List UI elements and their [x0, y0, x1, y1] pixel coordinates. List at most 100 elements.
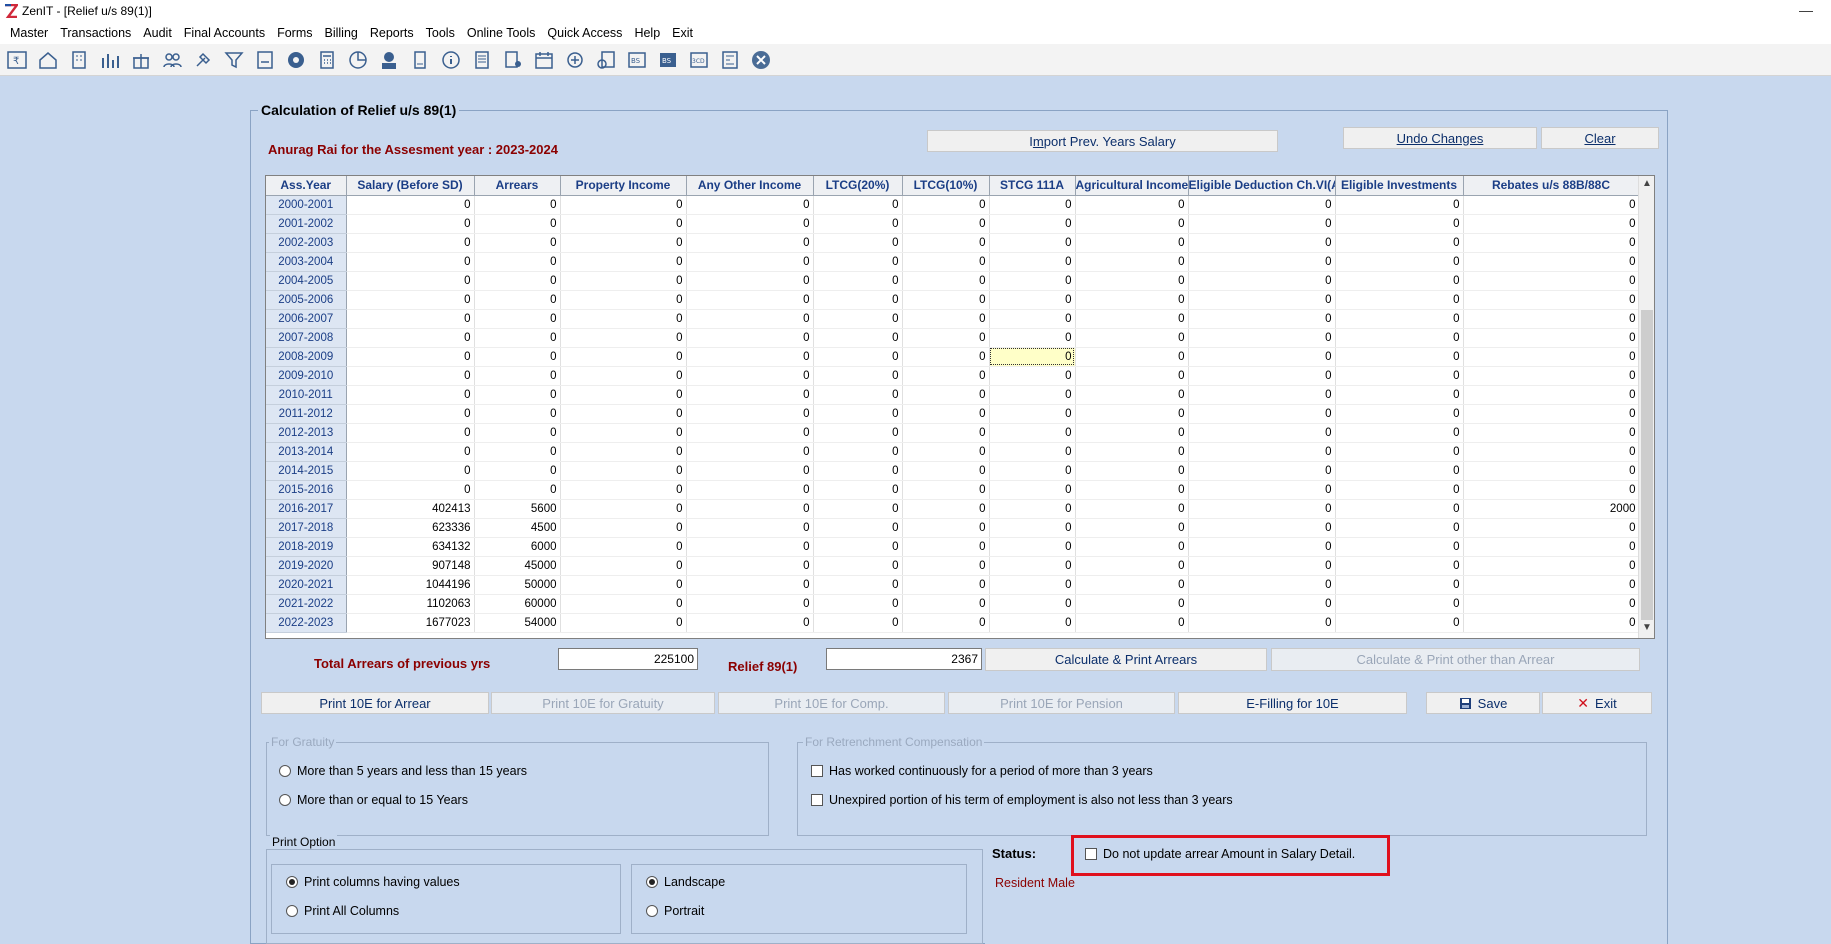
table-row[interactable]: 2007-2008 0 0 0 0 0 0 0 0 0 0 0 — [266, 328, 1640, 348]
table-row[interactable]: 2002-2003 0 0 0 0 0 0 0 0 0 0 0 — [266, 233, 1640, 253]
grid-cell[interactable]: 0 — [989, 594, 1076, 614]
grid-cell[interactable]: 0 — [474, 480, 561, 500]
grid-cell[interactable]: 0 — [560, 290, 687, 310]
grid-cell[interactable]: 0 — [1075, 385, 1189, 405]
grid-cell[interactable]: 0 — [474, 328, 561, 348]
grid-cell[interactable]: 907148 — [346, 556, 475, 576]
grid-cell[interactable]: 0 — [989, 613, 1076, 633]
grid-cell[interactable]: 5600 — [474, 499, 561, 519]
grid-vertical-scrollbar[interactable]: ▲ ▼ — [1638, 176, 1654, 638]
grid-cell[interactable]: 0 — [1463, 423, 1640, 443]
grid-cell[interactable]: 0 — [902, 271, 990, 291]
grid-cell[interactable]: 0 — [686, 252, 814, 272]
grid-cell[interactable]: 0 — [686, 556, 814, 576]
grid-cell[interactable]: 0 — [1075, 594, 1189, 614]
retrenchment-checkbox-2[interactable] — [811, 794, 823, 806]
grid-cell[interactable]: 0 — [474, 404, 561, 424]
grid-cell[interactable]: 0 — [1463, 556, 1640, 576]
grid-cell[interactable]: 0 — [1188, 309, 1336, 329]
balance-sheet-icon[interactable]: BS — [624, 47, 650, 73]
menu-forms[interactable]: Forms — [271, 26, 318, 40]
grid-cell[interactable]: 0 — [474, 271, 561, 291]
retrenchment-option-unexpired[interactable]: Unexpired portion of his term of employm… — [811, 793, 1233, 807]
grid-cell[interactable]: 0 — [1335, 309, 1464, 329]
grid-cell[interactable]: 0 — [560, 195, 687, 215]
grid-cell[interactable]: 0 — [1075, 366, 1189, 386]
grid-cell[interactable]: 0 — [1335, 271, 1464, 291]
grid-cell[interactable]: 0 — [560, 518, 687, 538]
print-10e-gratuity-button[interactable]: Print 10E for Gratuity — [491, 692, 715, 714]
grid-cell[interactable]: 0 — [686, 461, 814, 481]
grid-cell[interactable]: 0 — [813, 404, 903, 424]
grid-cell[interactable]: 0 — [1188, 366, 1336, 386]
menu-transactions[interactable]: Transactions — [54, 26, 137, 40]
grid-cell[interactable]: 1677023 — [346, 613, 475, 633]
grid-cell[interactable]: 0 — [686, 518, 814, 538]
grid-cell[interactable]: 0 — [1075, 290, 1189, 310]
grid-cell[interactable]: 0 — [346, 309, 475, 329]
menu-online-tools[interactable]: Online Tools — [461, 26, 542, 40]
grid-cell[interactable]: 0 — [1188, 556, 1336, 576]
grid-cell[interactable]: 0 — [1075, 252, 1189, 272]
column-header-2[interactable]: Arrears — [474, 176, 561, 196]
grid-cell[interactable]: 0 — [346, 195, 475, 215]
grid-cell[interactable]: 0 — [474, 385, 561, 405]
grid-cell[interactable]: 0 — [346, 214, 475, 234]
grid-cell[interactable]: 0 — [474, 290, 561, 310]
grid-cell[interactable]: 0 — [560, 404, 687, 424]
grid-cell[interactable]: 0 — [1335, 442, 1464, 462]
hammer-icon[interactable] — [190, 47, 216, 73]
menu-audit[interactable]: Audit — [137, 26, 178, 40]
grid-cell[interactable]: 2000 — [1463, 499, 1640, 519]
relief-field[interactable]: 2367 — [826, 648, 982, 670]
grid-cell[interactable]: 0 — [1075, 575, 1189, 595]
grid-cell[interactable]: 0 — [1463, 385, 1640, 405]
grid-cell[interactable]: 0 — [346, 385, 475, 405]
grid-cell[interactable]: 0 — [1075, 537, 1189, 557]
grid-cell[interactable]: 0 — [989, 423, 1076, 443]
menu-exit[interactable]: Exit — [666, 26, 699, 40]
users-icon[interactable] — [159, 47, 185, 73]
grid-cell[interactable]: 0 — [989, 575, 1076, 595]
grid-cell[interactable]: 0 — [474, 442, 561, 462]
table-row[interactable]: 2017-2018 623336 4500 0 0 0 0 0 0 0 0 0 — [266, 518, 1640, 538]
grid-cell[interactable]: 0 — [1075, 214, 1189, 234]
print-columns-with-values-option[interactable]: Print columns having values — [286, 875, 460, 889]
grid-cell[interactable]: 45000 — [474, 556, 561, 576]
grid-cell[interactable]: 0 — [1463, 195, 1640, 215]
grid-cell[interactable]: 0 — [902, 423, 990, 443]
person-report-icon[interactable] — [500, 47, 526, 73]
grid-cell[interactable]: 0 — [813, 271, 903, 291]
grid-cell[interactable]: 0 — [902, 385, 990, 405]
grid-cell[interactable]: 0 — [1335, 290, 1464, 310]
grid-cell[interactable]: 0 — [1463, 290, 1640, 310]
grid-cell[interactable]: 0 — [1075, 556, 1189, 576]
grid-cell[interactable]: 0 — [686, 442, 814, 462]
grid-cell[interactable]: 0 — [813, 423, 903, 443]
report-icon[interactable] — [469, 47, 495, 73]
grid-cell[interactable]: 0 — [902, 499, 990, 519]
cd-icon[interactable]: 3CD — [686, 47, 712, 73]
column-header-8[interactable]: Agricultural Income — [1075, 176, 1189, 196]
grid-cell[interactable]: 0 — [560, 366, 687, 386]
grid-cell[interactable]: 0 — [1075, 613, 1189, 633]
grid-cell[interactable]: 0 — [1335, 480, 1464, 500]
grid-cell[interactable]: 0 — [1463, 347, 1640, 367]
grid-cell[interactable]: 0 — [1188, 404, 1336, 424]
table-row[interactable]: 2003-2004 0 0 0 0 0 0 0 0 0 0 0 — [266, 252, 1640, 272]
grid-cell[interactable]: 0 — [686, 347, 814, 367]
grid-cell[interactable]: 0 — [346, 290, 475, 310]
grid-cell[interactable]: 0 — [813, 480, 903, 500]
grid-cell[interactable]: 0 — [1188, 271, 1336, 291]
grid-cell[interactable]: 0 — [474, 347, 561, 367]
table-row[interactable]: 2014-2015 0 0 0 0 0 0 0 0 0 0 0 — [266, 461, 1640, 481]
grid-cell[interactable]: 0 — [813, 499, 903, 519]
print-10e-arrear-button[interactable]: Print 10E for Arrear — [261, 692, 489, 714]
grid-cell[interactable]: 0 — [1075, 309, 1189, 329]
grid-cell[interactable]: 0 — [989, 233, 1076, 253]
grid-cell[interactable]: 0 — [1188, 195, 1336, 215]
portrait-radio[interactable] — [646, 905, 658, 917]
table-row[interactable]: 2008-2009 0 0 0 0 0 0 0 0 0 0 0 — [266, 347, 1640, 367]
grid-cell[interactable]: 0 — [686, 480, 814, 500]
bar-chart-icon[interactable] — [97, 47, 123, 73]
